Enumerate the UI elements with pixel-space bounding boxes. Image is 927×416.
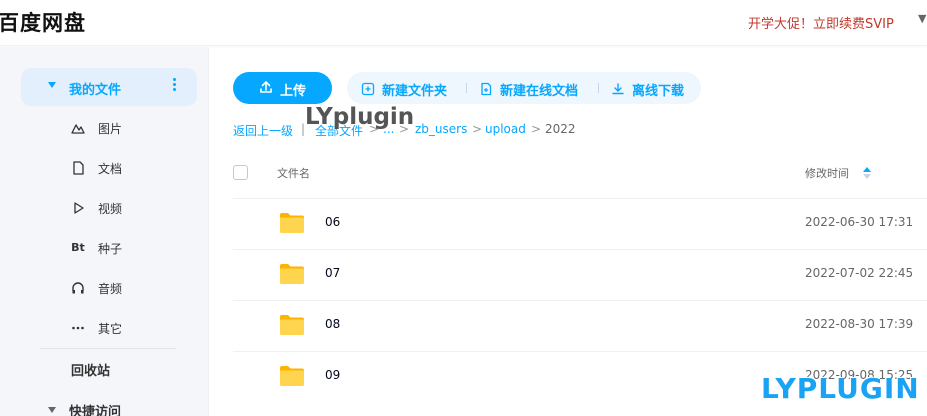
new-folder-button[interactable]: 新建文件夹 bbox=[361, 72, 473, 104]
modified-time: 2022-07-02 22:45 bbox=[805, 266, 914, 280]
breadcrumb-back-link[interactable]: 返回上一级 bbox=[233, 122, 293, 139]
breadcrumb-current: 2022 bbox=[545, 122, 576, 136]
top-bar: 百度网盘 开学大促！立即续费SVIP ▼ bbox=[0, 0, 927, 46]
sidebar-item-documents[interactable]: 文档 bbox=[70, 158, 190, 178]
headphone-icon bbox=[70, 280, 86, 296]
image-icon bbox=[70, 120, 86, 136]
folder-icon bbox=[279, 314, 305, 336]
breadcrumb-upload[interactable]: upload bbox=[485, 122, 526, 136]
modified-time: 2022-08-30 17:39 bbox=[805, 317, 914, 331]
sidebar-item-label: 种子 bbox=[98, 242, 123, 256]
document-plus-icon bbox=[479, 81, 493, 96]
more-icon bbox=[70, 320, 86, 336]
folder-icon bbox=[279, 263, 305, 285]
modified-time: 2022-06-30 17:31 bbox=[805, 215, 914, 229]
folder-icon bbox=[279, 365, 305, 387]
toolbar-divider bbox=[466, 83, 467, 93]
caret-down-icon bbox=[48, 407, 56, 413]
sidebar-item-label: 其它 bbox=[98, 322, 123, 336]
sidebar-divider bbox=[40, 348, 176, 349]
table-row[interactable]: 07 2022-07-02 22:45 bbox=[233, 249, 927, 300]
more-vertical-icon[interactable] bbox=[169, 76, 179, 96]
sidebar-item-others[interactable]: 其它 bbox=[70, 318, 190, 338]
svip-promo-link[interactable]: 开学大促！立即续费SVIP bbox=[748, 13, 894, 32]
sidebar-item-quick-access[interactable]: 快捷访问 bbox=[48, 400, 198, 416]
sidebar-item-torrents[interactable]: Bt 种子 bbox=[70, 238, 190, 258]
document-icon bbox=[70, 160, 86, 176]
file-name[interactable]: 08 bbox=[325, 317, 340, 331]
sidebar-item-label: 图片 bbox=[98, 122, 123, 136]
torrent-icon: Bt bbox=[71, 241, 85, 254]
breadcrumb-separator: > bbox=[531, 122, 542, 136]
sidebar-item-images[interactable]: 图片 bbox=[70, 118, 190, 138]
app-logo[interactable]: 百度网盘 bbox=[0, 7, 86, 37]
file-name[interactable]: 07 bbox=[325, 266, 340, 280]
offline-download-button[interactable]: 离线下载 bbox=[611, 72, 697, 104]
video-icon bbox=[70, 200, 86, 216]
upload-icon bbox=[259, 80, 273, 94]
folder-plus-icon bbox=[361, 81, 375, 96]
new-online-doc-label: 新建在线文档 bbox=[500, 84, 579, 99]
sidebar-item-recycle-bin[interactable]: 回收站 bbox=[71, 360, 110, 379]
table-row[interactable]: 08 2022-08-30 17:39 bbox=[233, 300, 927, 351]
folder-icon bbox=[279, 212, 305, 234]
breadcrumb-zb-users[interactable]: zb_users bbox=[415, 122, 467, 136]
sidebar-item-my-files[interactable]: 我的文件 bbox=[21, 68, 197, 106]
sidebar-item-audio[interactable]: 音频 bbox=[70, 278, 190, 298]
toolbar-divider bbox=[598, 83, 599, 93]
caret-down-icon bbox=[48, 82, 56, 88]
sidebar: 我的文件 图片 文档 视频 Bt 种子 音频 其它 回收站 快捷访问 bbox=[0, 47, 209, 416]
new-folder-label: 新建文件夹 bbox=[382, 84, 448, 99]
select-all-checkbox[interactable] bbox=[233, 165, 248, 180]
sidebar-item-label: 快捷访问 bbox=[69, 405, 122, 416]
action-toolbar: 新建文件夹 新建在线文档 离线下载 bbox=[347, 72, 701, 104]
upload-button-label: 上传 bbox=[280, 84, 307, 99]
sort-icon[interactable] bbox=[862, 166, 872, 180]
sidebar-item-videos[interactable]: 视频 bbox=[70, 198, 190, 218]
offline-download-label: 离线下载 bbox=[632, 84, 685, 99]
table-row[interactable]: 06 2022-06-30 17:31 bbox=[233, 198, 927, 249]
new-online-doc-button[interactable]: 新建在线文档 bbox=[479, 72, 609, 104]
watermark-text: LYplugin bbox=[305, 104, 415, 130]
download-icon bbox=[611, 81, 625, 95]
upload-button[interactable]: 上传 bbox=[233, 72, 332, 104]
breadcrumb-separator: > bbox=[472, 122, 483, 136]
column-header-name[interactable]: 文件名 bbox=[277, 165, 310, 181]
watermark-logo: LYPLUGIN bbox=[761, 372, 920, 405]
chevron-down-icon[interactable]: ▼ bbox=[918, 12, 926, 25]
sidebar-item-label: 文档 bbox=[98, 162, 123, 176]
sidebar-item-label: 音频 bbox=[98, 282, 123, 296]
column-header-modified[interactable]: 修改时间 bbox=[805, 165, 849, 181]
file-name[interactable]: 09 bbox=[325, 368, 340, 382]
sidebar-item-label: 视频 bbox=[98, 202, 123, 216]
file-name[interactable]: 06 bbox=[325, 215, 340, 229]
sidebar-item-label: 我的文件 bbox=[69, 83, 122, 98]
